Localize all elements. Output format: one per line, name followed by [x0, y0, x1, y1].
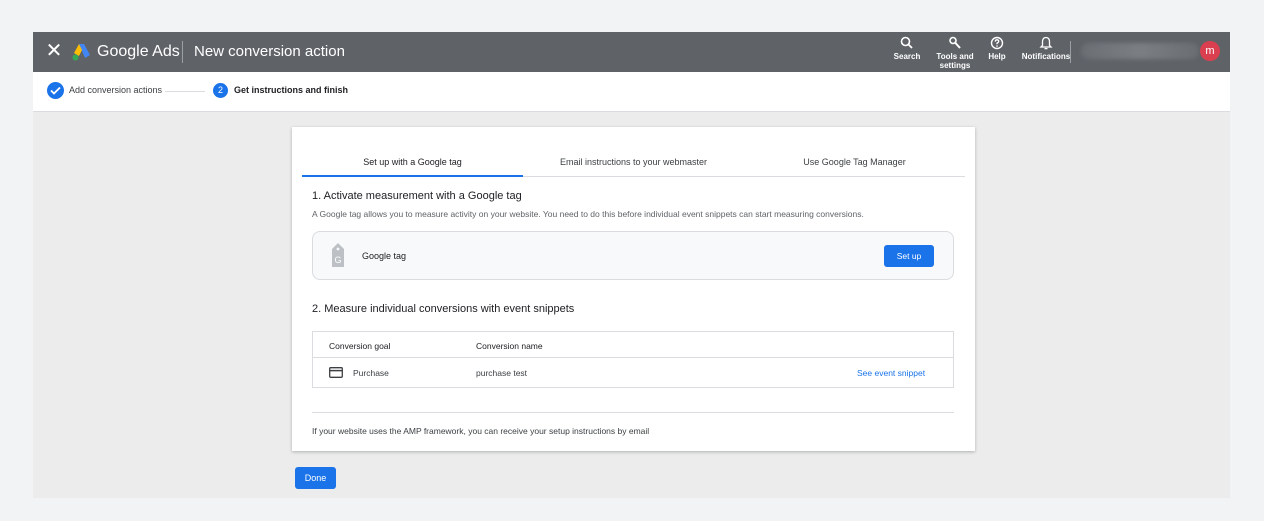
conversions-table: Conversion goal Conversion name Purchase… [312, 331, 954, 388]
credit-card-icon [329, 367, 343, 378]
section-1-description: A Google tag allows you to measure activ… [312, 209, 864, 219]
tools-and-settings-button[interactable]: Tools and settings [932, 36, 978, 70]
svg-text:G: G [334, 255, 341, 265]
wrench-icon [949, 36, 961, 49]
tools-label: Tools and settings [936, 52, 974, 70]
bell-icon [1039, 36, 1053, 50]
search-label: Search [893, 52, 921, 61]
step-complete-icon [47, 82, 64, 99]
divider [182, 41, 183, 63]
google-tag-icon: G [332, 243, 344, 267]
tab-google-tag[interactable]: Set up with a Google tag [302, 157, 523, 168]
google-tag-panel: G Google tag Set up [312, 231, 954, 280]
avatar[interactable]: m [1200, 41, 1220, 61]
page-title: New conversion action [194, 43, 345, 60]
top-bar: ✕ Google Ads New conversion action Searc… [33, 32, 1230, 72]
column-conversion-goal: Conversion goal [329, 341, 391, 351]
setup-card: Set up with a Google tag Email instructi… [292, 127, 975, 451]
divider [312, 412, 954, 413]
table-row: Purchase purchase test See event snippet [313, 358, 953, 387]
search-icon [900, 36, 913, 49]
help-label: Help [988, 52, 1006, 61]
google-ads-logo [72, 44, 90, 61]
notifications-label: Notifications [1021, 52, 1071, 61]
check-icon [50, 86, 61, 95]
conversion-goal-cell: Purchase [353, 368, 389, 378]
conversion-name-cell: purchase test [476, 368, 528, 378]
notifications-button[interactable]: Notifications [1015, 36, 1077, 61]
amp-note: If your website uses the AMP framework, … [312, 426, 650, 436]
help-button[interactable]: Help [982, 36, 1012, 61]
tab-google-tag-manager[interactable]: Use Google Tag Manager [744, 157, 965, 168]
step-get-instructions: Get instructions and finish [234, 85, 349, 95]
see-event-snippet-link[interactable]: See event snippet [857, 368, 925, 378]
stepper: Add conversion actions 2 Get instruction… [33, 72, 1230, 112]
tab-bar: Set up with a Google tag Email instructi… [302, 149, 965, 177]
brand-name: Google Ads [97, 43, 180, 60]
done-button[interactable]: Done [295, 467, 336, 489]
search-button[interactable]: Search [891, 36, 923, 61]
step-number: 2 [213, 83, 228, 98]
google-tag-label: Google tag [362, 251, 407, 261]
column-conversion-name: Conversion name [476, 341, 543, 351]
app-frame: ✕ Google Ads New conversion action Searc… [33, 32, 1230, 498]
tab-email-webmaster[interactable]: Email instructions to your webmaster [523, 157, 744, 168]
section-2-title: 2. Measure individual conversions with e… [312, 303, 575, 315]
close-icon[interactable]: ✕ [45, 41, 63, 61]
step-connector [165, 91, 205, 92]
help-icon [990, 36, 1004, 50]
step-add-conversion-actions[interactable]: Add conversion actions [69, 85, 162, 96]
section-1-title: 1. Activate measurement with a Google ta… [312, 190, 522, 202]
account-info-redacted[interactable] [1081, 43, 1199, 59]
tab-indicator [302, 175, 523, 177]
divider [1070, 41, 1071, 63]
table-header: Conversion goal Conversion name [313, 332, 953, 358]
set-up-button[interactable]: Set up [884, 245, 934, 267]
